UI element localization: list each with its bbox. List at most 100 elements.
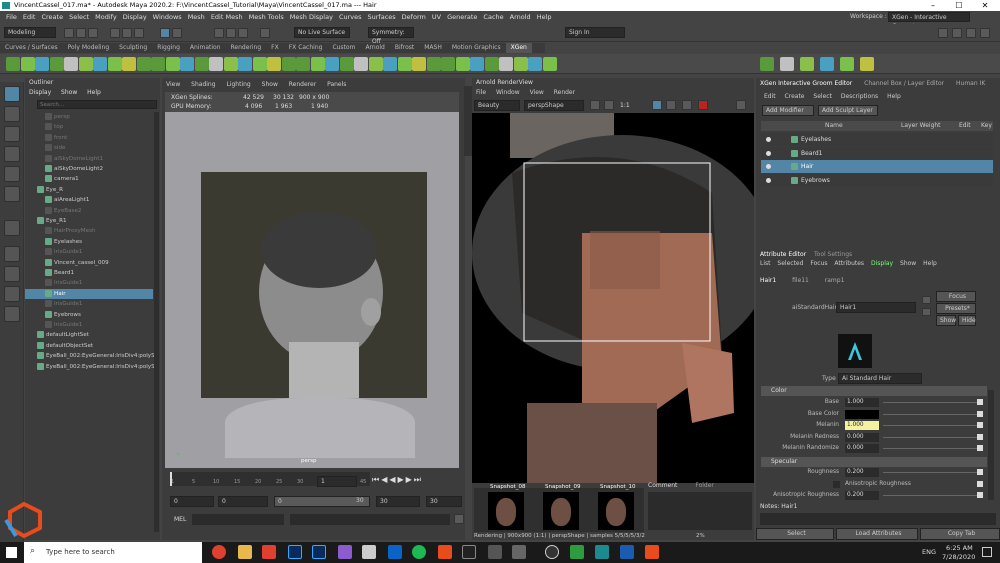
add-sculpt-layer-button[interactable]: Add Sculpt Layer xyxy=(818,105,878,116)
outliner-item[interactable]: defaultObjectSet xyxy=(25,341,153,351)
attr-scrollbar[interactable] xyxy=(988,390,994,500)
color-section-header[interactable]: Color xyxy=(761,386,987,396)
snapshot-thumbnail[interactable] xyxy=(543,492,579,530)
shelf-tab[interactable]: Rigging xyxy=(152,43,185,53)
presets-button[interactable]: Presets* xyxy=(936,303,976,314)
single-view-icon[interactable] xyxy=(4,246,20,262)
xgen-shelf-tool-icon[interactable] xyxy=(6,57,20,71)
layout-icon[interactable] xyxy=(4,286,20,302)
outliner-search-input[interactable] xyxy=(37,100,157,109)
range-start-field[interactable]: 0 xyxy=(218,496,268,507)
output-connection-icon[interactable] xyxy=(922,308,931,316)
attribute-value-field[interactable]: 0.200 xyxy=(845,468,879,477)
map-button-icon[interactable] xyxy=(977,469,983,475)
input-connection-icon[interactable] xyxy=(922,296,931,304)
xgen-shelf-tool-icon[interactable] xyxy=(383,57,397,71)
xgen-shelf-tool-icon[interactable] xyxy=(49,57,64,71)
xgen-shelf-tool-icon[interactable] xyxy=(441,57,455,71)
modeling-toolkit-icon[interactable] xyxy=(938,28,948,38)
shelf-tab[interactable]: Custom xyxy=(327,43,360,53)
app-icon[interactable] xyxy=(512,545,526,559)
windows-start-icon[interactable] xyxy=(6,547,17,558)
attr-menu-list[interactable]: List xyxy=(760,260,771,267)
outliner-menu-help[interactable]: Help xyxy=(87,89,101,96)
xgen-shelf-tool-icon[interactable] xyxy=(151,57,165,71)
xgen-menu-help[interactable]: Help xyxy=(887,93,901,100)
save-icon[interactable] xyxy=(76,28,86,38)
xgen-shelf-tool-icon[interactable] xyxy=(122,57,136,71)
xgen-shelf-tool-icon[interactable] xyxy=(20,57,35,71)
menu-edit-mesh[interactable]: Edit Mesh xyxy=(211,13,243,21)
minimize-button[interactable]: – xyxy=(920,0,946,11)
attribute-value-field[interactable]: 0.200 xyxy=(845,491,879,500)
gamma-icon[interactable] xyxy=(604,100,614,110)
menu-uv[interactable]: UV xyxy=(432,13,441,21)
outliner-menu-show[interactable]: Show xyxy=(61,89,77,96)
tab-folder[interactable]: Folder xyxy=(695,482,714,489)
xgen-shelf-tool-icon[interactable] xyxy=(426,57,441,71)
node-tab-ramp1[interactable]: ramp1 xyxy=(825,277,845,284)
menu-modify[interactable]: Modify xyxy=(95,13,117,21)
move-tool-icon[interactable] xyxy=(4,146,20,162)
attr-menu-attributes[interactable]: Attributes xyxy=(834,260,864,267)
visibility-icon[interactable] xyxy=(766,177,771,183)
xgen-shelf-tool-icon[interactable] xyxy=(528,57,542,71)
outliner-scrollbar[interactable] xyxy=(154,112,159,532)
visibility-icon[interactable] xyxy=(766,150,771,156)
notes-field[interactable] xyxy=(760,513,996,525)
outliner-layout-icon[interactable] xyxy=(4,306,20,322)
menu-deform[interactable]: Deform xyxy=(402,13,426,21)
select-hierarchy-icon[interactable] xyxy=(110,28,120,38)
outliner-item[interactable]: aiSkyDomeLight2 xyxy=(25,164,153,174)
xgen-shelf-tool-icon[interactable] xyxy=(35,57,49,71)
outliner-item[interactable]: Eye_R xyxy=(25,185,153,195)
outliner-item[interactable]: aiSkyDomeLight1 xyxy=(25,154,153,164)
sign-in-button[interactable]: Sign In xyxy=(565,27,625,38)
tab-human-ik[interactable]: Human IK xyxy=(956,80,985,87)
anim-end-field[interactable]: 30 xyxy=(426,496,462,507)
menu-mesh-tools[interactable]: Mesh Tools xyxy=(249,13,284,21)
xgen-shelf-tool-icon[interactable] xyxy=(310,57,325,71)
taskbar-search-box[interactable]: Type here to search xyxy=(24,542,202,563)
folder-icon[interactable] xyxy=(64,28,74,38)
end-frame-field[interactable]: 30 xyxy=(376,496,420,507)
add-modifier-button[interactable]: Add Modifier xyxy=(762,105,814,116)
render-icon[interactable] xyxy=(260,28,270,38)
menu-windows[interactable]: Windows xyxy=(153,13,182,21)
xgen-shelf-tool-icon[interactable] xyxy=(78,57,93,71)
menu-edit[interactable]: Edit xyxy=(23,13,36,21)
show-button[interactable]: Show xyxy=(936,315,956,326)
groom-row[interactable]: Eyelashes xyxy=(761,133,993,146)
symmetry-dropdown[interactable]: Symmetry: Off xyxy=(368,27,414,45)
attribute-editor-icon[interactable] xyxy=(952,28,962,38)
shelf-tab[interactable]: Poly Modeling xyxy=(63,43,115,53)
outliner-item[interactable]: IrisGuide1 xyxy=(25,299,153,309)
outliner-item[interactable]: Beard1 xyxy=(25,268,153,278)
xgen-shelf-tool-icon[interactable] xyxy=(238,57,252,71)
app-icon[interactable] xyxy=(338,545,352,559)
attribute-slider[interactable] xyxy=(883,436,977,438)
undo-icon[interactable] xyxy=(88,28,98,38)
xgen-shelf-tool-icon[interactable] xyxy=(209,57,223,71)
script-editor-icon[interactable] xyxy=(454,514,464,524)
playback-controls[interactable]: ⏮◀◀▶▶⏭ xyxy=(372,475,423,485)
shelf-tab[interactable]: Animation xyxy=(185,43,226,53)
node-tab-hair1[interactable]: Hair1 xyxy=(760,277,776,284)
snap-point-icon[interactable] xyxy=(238,28,248,38)
xgen-shelf-tool-icon[interactable] xyxy=(252,57,267,71)
checkbox[interactable] xyxy=(833,480,840,488)
outliner-item[interactable]: top xyxy=(25,122,153,132)
snapshot-thumbnail[interactable] xyxy=(598,492,634,530)
viewport-view[interactable]: XGen Splines: GPU Memory: 42 529 30 132 … xyxy=(165,92,459,468)
outliner-item[interactable]: Eyebrows xyxy=(25,310,153,320)
xgen-shelf-tool-icon[interactable] xyxy=(780,57,794,71)
outliner-item[interactable]: Hair xyxy=(25,288,153,299)
xgen-shelf-tool-icon[interactable] xyxy=(136,57,151,71)
xgen-shelf-tool-icon[interactable] xyxy=(542,57,557,71)
xgen-shelf-tool-icon[interactable] xyxy=(499,57,513,71)
attr-menu-selected[interactable]: Selected xyxy=(777,260,803,267)
unreal-icon[interactable] xyxy=(462,545,476,559)
groom-row[interactable]: Hair xyxy=(761,160,993,173)
vp-menu-lighting[interactable]: Lighting xyxy=(226,81,250,88)
live-surface-dropdown[interactable]: No Live Surface xyxy=(294,27,350,38)
